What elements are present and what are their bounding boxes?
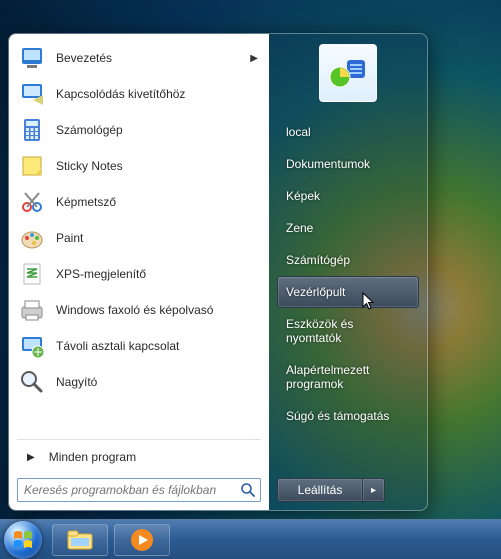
- control-panel-icon: [327, 52, 369, 94]
- program-label: Nagyító: [56, 375, 97, 389]
- fax-scan-icon: [18, 296, 46, 324]
- right-link-local[interactable]: local: [277, 116, 419, 148]
- projector-icon: [18, 80, 46, 108]
- triangle-right-icon: ▸: [371, 485, 376, 496]
- program-label: Számológép: [56, 123, 123, 137]
- program-label: Kapcsolódás kivetítőhöz: [56, 87, 185, 101]
- program-list: Bevezetés ▶ Kapcsolódás kivetítőhöz Számoló…: [11, 40, 267, 437]
- shutdown-options-button[interactable]: ▸: [363, 478, 385, 502]
- taskbar: [0, 519, 501, 559]
- search-input[interactable]: [17, 478, 261, 502]
- paint-icon: [18, 224, 46, 252]
- program-label: Képmetsző: [56, 195, 116, 209]
- triangle-right-icon: ▶: [27, 452, 35, 463]
- all-programs-label: Minden program: [49, 450, 136, 464]
- start-button[interactable]: [4, 521, 42, 559]
- divider: [17, 439, 261, 440]
- remote-desktop-icon: [18, 332, 46, 360]
- snipping-tool-icon: [18, 188, 46, 216]
- program-item-xps-viewer[interactable]: XPS-megjelenítő: [11, 256, 267, 292]
- right-link-list: localDokumentumokKépekZeneSzámítógépVezé…: [277, 116, 419, 432]
- media-player-icon: [130, 528, 154, 552]
- taskbar-button-explorer[interactable]: [52, 524, 108, 556]
- program-item-projector[interactable]: Kapcsolódás kivetítőhöz: [11, 76, 267, 112]
- program-item-paint[interactable]: Paint: [11, 220, 267, 256]
- start-menu: Bevezetés ▶ Kapcsolódás kivetítőhöz Számoló…: [8, 33, 428, 511]
- program-item-remote-desktop[interactable]: Távoli asztali kapcsolat: [11, 328, 267, 364]
- right-link-s-g-s-t-mogat-s[interactable]: Súgó és támogatás: [277, 400, 419, 432]
- windows-logo-icon: [12, 529, 34, 551]
- right-link-sz-m-t-g-p[interactable]: Számítógép: [277, 244, 419, 276]
- getting-started-icon: [18, 44, 46, 72]
- program-label: Windows faxoló és képolvasó: [56, 303, 213, 317]
- program-label: Bevezetés: [56, 51, 112, 65]
- xps-viewer-icon: [18, 260, 46, 288]
- program-item-getting-started[interactable]: Bevezetés ▶: [11, 40, 267, 76]
- start-menu-right-pane: localDokumentumokKépekZeneSzámítógépVezé…: [269, 34, 427, 510]
- right-link-zene[interactable]: Zene: [277, 212, 419, 244]
- all-programs-button[interactable]: ▶ Minden program: [11, 442, 267, 472]
- user-picture-frame[interactable]: [319, 44, 377, 102]
- shutdown-group: Leállítás ▸: [277, 478, 419, 502]
- program-label: Sticky Notes: [56, 159, 123, 173]
- right-link-vez-rl-pult[interactable]: Vezérlőpult: [277, 276, 419, 308]
- sticky-notes-icon: [18, 152, 46, 180]
- right-link-eszk-z-k-s-nyomtat-k[interactable]: Eszközök és nyomtatók: [277, 308, 419, 354]
- taskbar-button-media-player[interactable]: [114, 524, 170, 556]
- shutdown-label: Leállítás: [298, 483, 343, 497]
- shutdown-button[interactable]: Leállítás: [277, 478, 363, 502]
- start-menu-left-pane: Bevezetés ▶ Kapcsolódás kivetítőhöz Számoló…: [9, 34, 269, 510]
- program-item-magnifier[interactable]: Nagyító: [11, 364, 267, 400]
- search-icon: [240, 482, 256, 498]
- program-item-fax-scan[interactable]: Windows faxoló és képolvasó: [11, 292, 267, 328]
- calculator-icon: [18, 116, 46, 144]
- program-item-sticky-notes[interactable]: Sticky Notes: [11, 148, 267, 184]
- explorer-icon: [66, 529, 94, 551]
- program-label: Paint: [56, 231, 83, 245]
- program-label: Távoli asztali kapcsolat: [56, 339, 179, 353]
- search-row: [11, 472, 267, 504]
- right-link-k-pek[interactable]: Képek: [277, 180, 419, 212]
- right-link-alap-rtelmezett-programok[interactable]: Alapértelmezett programok: [277, 354, 419, 400]
- magnifier-icon: [18, 368, 46, 396]
- program-item-snipping-tool[interactable]: Képmetsző: [11, 184, 267, 220]
- right-link-dokumentumok[interactable]: Dokumentumok: [277, 148, 419, 180]
- taskbar-buttons: [52, 524, 170, 556]
- program-label: XPS-megjelenítő: [56, 267, 146, 281]
- submenu-arrow-icon: ▶: [250, 53, 258, 64]
- program-item-calculator[interactable]: Számológép: [11, 112, 267, 148]
